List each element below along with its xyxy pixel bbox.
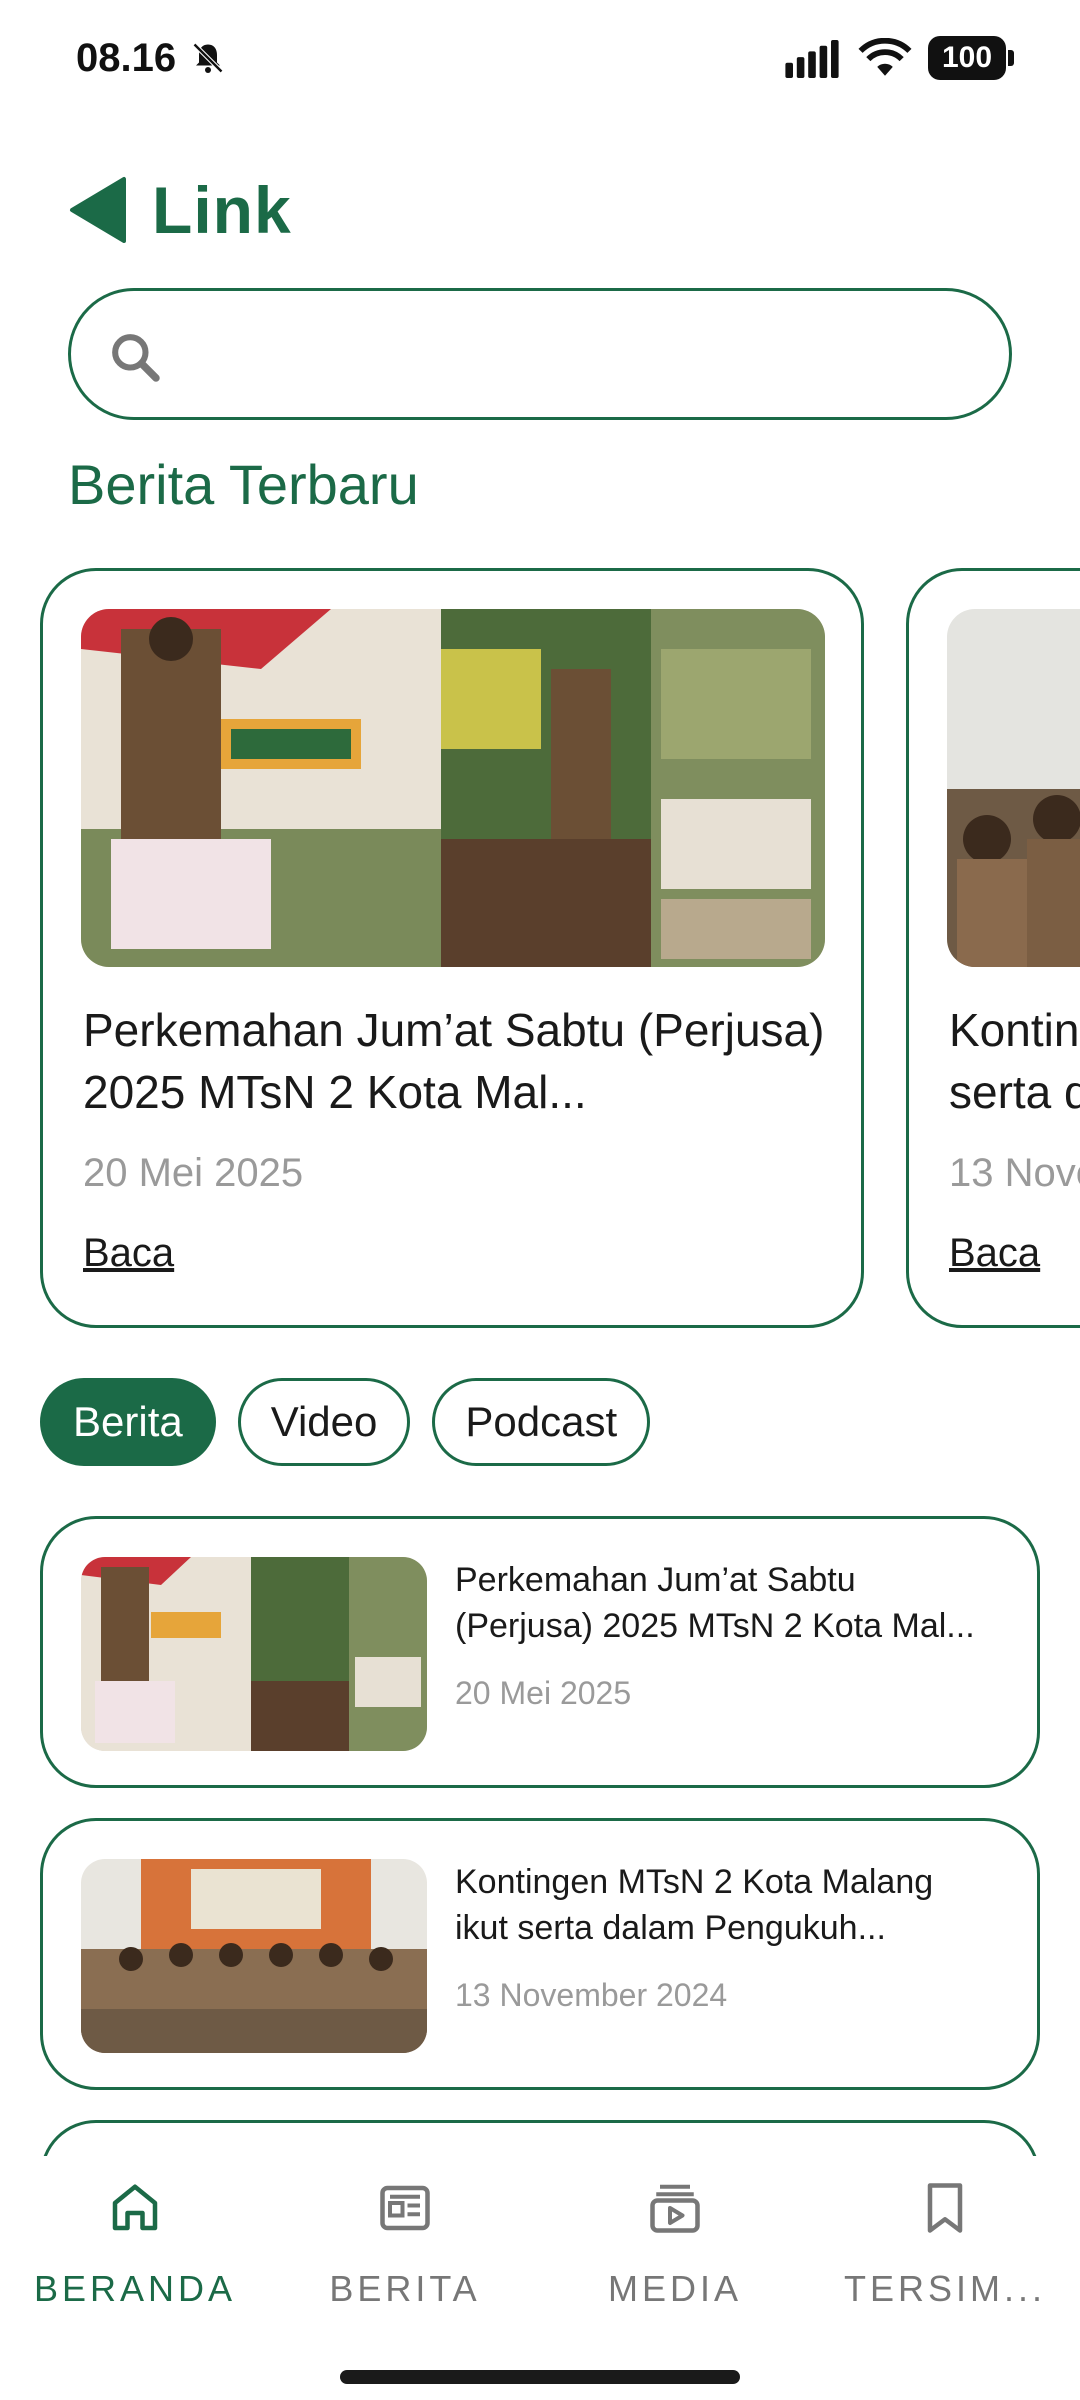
tab-berita[interactable]: Berita <box>40 1378 216 1466</box>
nav-tersimpan[interactable]: TERSIM... <box>810 2178 1080 2328</box>
featured-card[interactable]: Kontingen MTsN 2 Kota Malang ikut serta … <box>906 568 1080 1328</box>
featured-date: 20 Mei 2025 <box>83 1151 304 1195</box>
tab-video[interactable]: Video <box>237 1378 411 1466</box>
news-date: 20 Mei 2025 <box>455 1675 632 1711</box>
featured-title: Kontingen MTsN 2 Kota Malang ikut serta … <box>949 1004 1080 1118</box>
media-play-icon <box>650 2184 700 2233</box>
search-icon <box>112 334 160 382</box>
featured-title: Perkemahan Jum’at Sabtu (Perjusa) 2025 M… <box>83 1004 825 1118</box>
content-type-tabs: Berita Video Podcast <box>40 1378 651 1466</box>
news-title: Perkemahan Jum’at Sabtu (Perjusa) 2025 M… <box>455 1561 975 1645</box>
list-item[interactable]: Perkemahan Jum’at Sabtu (Perjusa) 2025 M… <box>40 1516 1040 1788</box>
bell-muted-icon <box>192 42 224 74</box>
news-title: Kontingen MTsN 2 Kota Malang ikut serta … <box>455 1863 934 1947</box>
tab-podcast[interactable]: Podcast <box>432 1378 651 1466</box>
home-icon <box>112 2184 158 2231</box>
newspaper-icon <box>380 2185 430 2231</box>
page-title: Link <box>152 173 292 247</box>
back-arrow-triangle-icon[interactable] <box>68 175 128 245</box>
news-list[interactable]: Perkemahan Jum’at Sabtu (Perjusa) 2025 M… <box>40 1516 1040 2156</box>
list-item[interactable]: Kontingen MTsN 2 Kota Malang ikut serta … <box>40 1818 1040 2090</box>
read-link[interactable]: Baca <box>83 1231 174 1276</box>
featured-card[interactable]: Perkemahan Jum’at Sabtu (Perjusa) 2025 M… <box>40 568 864 1328</box>
nav-label: TERSIM... <box>843 2268 1046 2309</box>
featured-image <box>947 609 1080 967</box>
list-item[interactable] <box>40 2120 1040 2156</box>
page-header: Link <box>68 170 292 250</box>
battery-icon: 100 <box>928 36 1014 80</box>
news-date: 13 November 2024 <box>455 1977 728 2013</box>
bottom-navigation: BERANDA BERITA MEDIA TERSIM... <box>0 2156 1080 2400</box>
nav-berita[interactable]: BERITA <box>270 2178 540 2328</box>
home-indicator <box>340 2370 740 2384</box>
nav-label: BERITA <box>329 2268 481 2309</box>
wifi-icon <box>858 38 912 76</box>
search-input[interactable] <box>181 311 981 401</box>
signal-icon <box>785 40 839 78</box>
featured-date: 13 November 2024 <box>949 1151 1080 1195</box>
status-time: 08.16 <box>76 36 177 80</box>
read-link[interactable]: Baca <box>949 1231 1040 1276</box>
nav-media[interactable]: MEDIA <box>540 2178 810 2328</box>
nav-beranda[interactable]: BERANDA <box>0 2178 270 2328</box>
section-title-latest: Berita Terbaru <box>68 453 419 516</box>
nav-label: MEDIA <box>607 2268 742 2309</box>
news-thumbnail <box>81 1557 427 1751</box>
news-thumbnail <box>81 1859 427 2053</box>
search-bar[interactable] <box>68 288 1012 420</box>
featured-carousel[interactable]: Perkemahan Jum’at Sabtu (Perjusa) 2025 M… <box>0 568 1080 1328</box>
nav-label: BERANDA <box>33 2268 237 2309</box>
bookmark-icon <box>927 2183 963 2233</box>
status-bar: 08.16 100 <box>0 0 1080 120</box>
featured-image <box>81 609 825 967</box>
